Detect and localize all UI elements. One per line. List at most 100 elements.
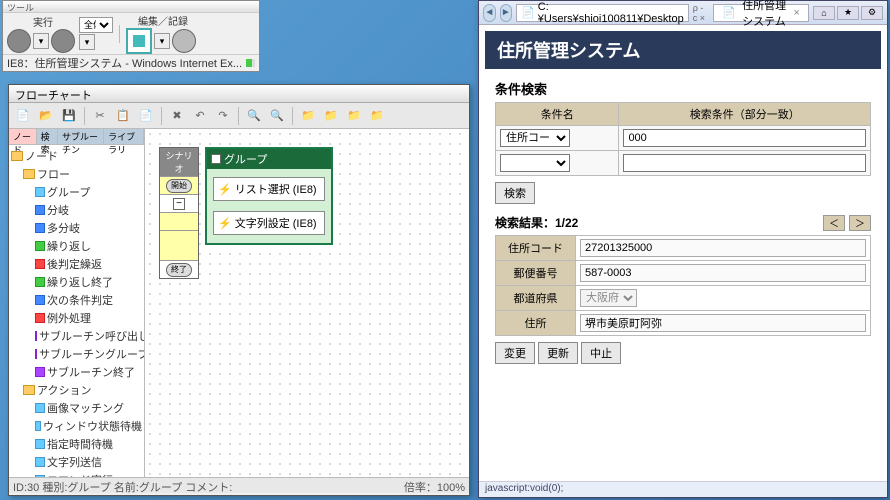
- cancel-button[interactable]: 中止: [581, 342, 621, 364]
- undo-icon[interactable]: ↶: [190, 106, 210, 126]
- favorites-button[interactable]: ★: [837, 6, 859, 20]
- pager-next[interactable]: ＞: [849, 215, 871, 231]
- copy-icon[interactable]: 📋: [113, 106, 133, 126]
- exec-label: 実行: [33, 14, 53, 29]
- edit-label: 編集／記録: [138, 13, 188, 28]
- zoom-out-icon[interactable]: 🔍: [267, 106, 287, 126]
- scenario-node[interactable]: シナリオ 開始 − 終了: [159, 147, 199, 279]
- ie-statusbar: javascript:void(0);: [479, 481, 887, 497]
- search-section-title: 条件検索: [495, 79, 871, 98]
- result-label: 住所: [496, 311, 576, 336]
- play-button[interactable]: [51, 29, 75, 53]
- tree-item[interactable]: コマンド実行: [9, 471, 144, 477]
- record-button[interactable]: [7, 29, 31, 53]
- cut-icon[interactable]: ✂: [90, 106, 110, 126]
- condition-value-1[interactable]: [623, 129, 866, 147]
- tree-item[interactable]: グループ: [9, 183, 144, 201]
- action-node-2[interactable]: ⚡文字列設定 (IE8): [213, 211, 325, 235]
- stop-button[interactable]: [172, 29, 196, 53]
- end-terminal[interactable]: 終了: [166, 263, 192, 277]
- bolt-icon: ⚡: [218, 217, 232, 230]
- delete-icon[interactable]: ✖: [167, 106, 187, 126]
- tree-item[interactable]: 繰り返し終了: [9, 273, 144, 291]
- ie-chrome: ◄ ► 📄C:¥Users¥shioi100811¥Desktop ρ - c …: [479, 1, 887, 25]
- tree-tab-search[interactable]: 検索: [37, 129, 58, 144]
- tab-favicon: 📄: [722, 6, 736, 19]
- tree-item[interactable]: 後判定繰返: [9, 255, 144, 273]
- status-right: 倍率：100%: [404, 479, 465, 492]
- tree-flow[interactable]: フロー: [9, 165, 144, 183]
- condition-select-2[interactable]: [500, 154, 570, 172]
- tree-item[interactable]: 多分岐: [9, 219, 144, 237]
- tree-item[interactable]: 繰り返し: [9, 237, 144, 255]
- tree-action[interactable]: アクション: [9, 381, 144, 399]
- browser-tab[interactable]: 📄住所管理システム×: [713, 4, 809, 22]
- group-node[interactable]: −グループ ⚡リスト選択 (IE8) ⚡文字列設定 (IE8): [205, 147, 333, 245]
- result-table: 住所コード 郵便番号 都道府県大阪府 住所: [495, 235, 871, 336]
- folder1-icon[interactable]: 📁: [298, 106, 318, 126]
- flowchart-canvas[interactable]: シナリオ 開始 − 終了 −グループ ⚡リスト選択 (IE8) ⚡文字列設定 (…: [145, 129, 469, 477]
- change-button[interactable]: 変更: [495, 342, 535, 364]
- scope-select[interactable]: 全体: [79, 17, 113, 33]
- tree-item[interactable]: 画像マッチング: [9, 399, 144, 417]
- tab-close-icon[interactable]: ×: [794, 7, 800, 19]
- tree-item[interactable]: 次の条件判定: [9, 291, 144, 309]
- tools-button[interactable]: ⚙: [861, 6, 883, 20]
- record-dropdown[interactable]: ▾: [33, 33, 49, 49]
- condition-select-1[interactable]: 住所コード: [500, 129, 570, 147]
- home-button[interactable]: ⌂: [813, 6, 835, 20]
- folder4-icon[interactable]: 📁: [367, 106, 387, 126]
- forward-button[interactable]: ►: [500, 4, 513, 22]
- tree-item[interactable]: 指定時間待機: [9, 435, 144, 453]
- result-label: 郵便番号: [496, 261, 576, 286]
- action-node-1[interactable]: ⚡リスト選択 (IE8): [213, 177, 325, 201]
- folder3-icon[interactable]: 📁: [344, 106, 364, 126]
- collapse-toggle[interactable]: −: [173, 198, 185, 210]
- flowchart-toolbar: 📄 📂 💾 ✂ 📋 📄 ✖ ↶ ↷ 🔍 🔍 📁 📁 📁 📁: [9, 103, 469, 129]
- record-mode-button[interactable]: [126, 28, 152, 54]
- system-title: 住所管理システム: [485, 31, 881, 69]
- update-button[interactable]: 更新: [538, 342, 578, 364]
- search-indicator: ρ - c ×: [693, 3, 710, 23]
- tree-tab-node[interactable]: ノード: [9, 129, 37, 144]
- save-icon[interactable]: 💾: [59, 106, 79, 126]
- condition-value-2[interactable]: [623, 154, 866, 172]
- address-code-field[interactable]: [580, 239, 866, 257]
- tree-tab-lib[interactable]: ライブラリ: [104, 129, 144, 144]
- group-collapse-icon[interactable]: −: [211, 154, 221, 164]
- ie-browser-window: ◄ ► 📄C:¥Users¥shioi100811¥Desktop ρ - c …: [478, 0, 888, 498]
- tree-item[interactable]: 分岐: [9, 201, 144, 219]
- address-bar[interactable]: 📄C:¥Users¥shioi100811¥Desktop: [516, 4, 689, 22]
- tree-item[interactable]: サブルーチン呼び出し: [9, 327, 144, 345]
- paste-icon[interactable]: 📄: [136, 106, 156, 126]
- address-field[interactable]: [580, 314, 866, 332]
- tree-item[interactable]: ウィンドウ状態待機: [9, 417, 144, 435]
- new-icon[interactable]: 📄: [13, 106, 33, 126]
- scope-arrow[interactable]: ▾: [79, 34, 95, 50]
- tree-item[interactable]: サブルーチングループ: [9, 345, 144, 363]
- search-h2: 検索条件（部分一致）: [619, 103, 871, 126]
- tree-tab-sub[interactable]: サブルーチン: [58, 129, 104, 144]
- postal-code-field[interactable]: [580, 264, 866, 282]
- redo-icon[interactable]: ↷: [213, 106, 233, 126]
- tree-item[interactable]: 例外処理: [9, 309, 144, 327]
- pager-prev[interactable]: ＜: [823, 215, 845, 231]
- search-h1: 条件名: [496, 103, 619, 126]
- tree-panel: ノード 検索 サブルーチン ライブラリ ノード フロー グループ 分岐 多分岐 …: [9, 129, 145, 477]
- search-button[interactable]: 検索: [495, 182, 535, 204]
- prefecture-select[interactable]: 大阪府: [580, 289, 637, 307]
- back-button[interactable]: ◄: [483, 4, 496, 22]
- tree: ノード フロー グループ 分岐 多分岐 繰り返し 後判定繰返 繰り返し終了 次の…: [9, 145, 144, 477]
- tree-item[interactable]: サブルーチン終了: [9, 363, 144, 381]
- flowchart-title: フローチャート: [9, 85, 469, 103]
- flowchart-statusbar: ID:30 種別:グループ 名前:グループ コメント: 倍率：100%: [9, 477, 469, 493]
- folder2-icon[interactable]: 📁: [321, 106, 341, 126]
- start-terminal[interactable]: 開始: [166, 179, 192, 193]
- ie-content: 住所管理システム 条件検索 条件名 検索条件（部分一致） 住所コード 検索: [479, 25, 887, 481]
- result-title: 検索結果：1/22: [495, 214, 578, 231]
- record-mode-dropdown[interactable]: ▾: [154, 33, 170, 49]
- zoom-in-icon[interactable]: 🔍: [244, 106, 264, 126]
- open-icon[interactable]: 📂: [36, 106, 56, 126]
- tree-item[interactable]: 文字列送信: [9, 453, 144, 471]
- status-left: ID:30 種別:グループ 名前:グループ コメント:: [13, 479, 232, 492]
